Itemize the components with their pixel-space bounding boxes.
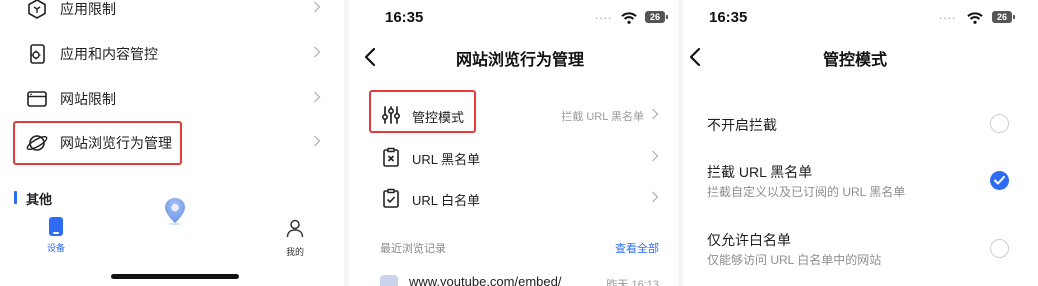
page-title: 网站浏览行为管理 (456, 52, 585, 69)
row-label: URL 黑名单 (412, 152, 481, 167)
location-pin-icon (162, 198, 188, 230)
wifi-icon (621, 11, 637, 29)
radio-checked-icon[interactable] (990, 171, 1009, 190)
history-url: www.youtube.com/embed/ (409, 274, 562, 286)
page-title: 管控模式 (823, 52, 888, 69)
browsing-management-panel: 16:35 .... 26 网站浏览行为管理 管控模式 拦截 URL 黑名单 U… (349, 0, 678, 286)
app-restrict-icon (26, 0, 48, 20)
back-chevron-icon[interactable] (689, 47, 701, 72)
whitelist-icon (380, 187, 402, 209)
tab-label: 我的 (285, 247, 304, 257)
chevron-right-icon (313, 1, 323, 15)
status-time: 16:35 (385, 9, 424, 26)
location-button[interactable] (162, 196, 188, 231)
whitelist-row[interactable]: URL 白名单 (349, 178, 678, 218)
option-label: 拦截 URL 黑名单 (707, 164, 813, 180)
website-restrict-icon (26, 88, 48, 110)
chevron-right-icon (651, 150, 661, 164)
tab-mine[interactable]: 我的 (275, 218, 315, 258)
option-description: 仅能够访问 URL 白名单中的网站 (707, 253, 882, 267)
back-chevron-icon[interactable] (364, 47, 376, 72)
option-label: 不开启拦截 (707, 117, 777, 133)
radio-unchecked-icon[interactable] (990, 114, 1009, 133)
option-no-blocking[interactable]: 不开启拦截 (683, 104, 1038, 144)
blacklist-icon (380, 146, 402, 168)
settings-panel: 应用限制 应用和内容管控 网站限制 网站浏览行为管理 其他 设备 我的 (0, 0, 344, 286)
content-control-icon (26, 43, 48, 65)
menu-item-label: 网站限制 (60, 91, 116, 107)
menu-item-label: 应用限制 (60, 1, 116, 17)
battery-icon: 26 (645, 11, 668, 23)
chevron-right-icon (313, 46, 323, 60)
chevron-right-icon (651, 191, 661, 205)
option-block-blacklist[interactable]: 拦截 URL 黑名单 拦截自定义以及已订阅的 URL 黑名单 (683, 156, 1038, 206)
row-value: 拦截 URL 黑名单 (561, 111, 644, 123)
site-favicon-icon (380, 275, 398, 286)
tab-devices[interactable]: 设备 (36, 217, 76, 254)
radio-unchecked-icon[interactable] (990, 239, 1009, 258)
device-icon (49, 217, 63, 236)
option-whitelist-only[interactable]: 仅允许白名单 仅能够访问 URL 白名单中的网站 (683, 224, 1038, 274)
home-indicator (111, 274, 239, 279)
battery-icon: 26 (992, 11, 1015, 23)
chevron-right-icon (313, 91, 323, 105)
recent-history-label: 最近浏览记录 (380, 243, 446, 255)
chevron-right-icon (651, 108, 661, 122)
wifi-icon (967, 11, 983, 29)
menu-item-app-restrict[interactable]: 应用限制 (0, 0, 344, 28)
highlight-box (13, 121, 182, 165)
signal-dots: .... (939, 8, 957, 22)
menu-item-content-control[interactable]: 应用和内容管控 (0, 33, 344, 73)
option-label: 仅允许白名单 (707, 232, 791, 248)
status-time: 16:35 (709, 9, 748, 26)
chevron-right-icon (313, 135, 323, 149)
highlight-box (369, 90, 476, 133)
section-marker (14, 191, 17, 204)
option-description: 拦截自定义以及已订阅的 URL 黑名单 (707, 185, 906, 199)
row-label: URL 白名单 (412, 193, 481, 208)
view-all-link[interactable]: 查看全部 (615, 240, 659, 256)
blacklist-row[interactable]: URL 黑名单 (349, 137, 678, 177)
menu-item-label: 应用和内容管控 (60, 46, 158, 62)
tab-label: 设备 (46, 243, 65, 253)
menu-item-website-restrict[interactable]: 网站限制 (0, 78, 344, 118)
history-time: 昨天 16:13 (606, 279, 659, 286)
person-icon (285, 219, 305, 242)
control-mode-panel: 16:35 .... 26 管控模式 不开启拦截 拦截 URL 黑名单 拦截自定… (683, 0, 1038, 286)
section-title: 其他 (26, 192, 53, 207)
signal-dots: .... (595, 8, 613, 22)
